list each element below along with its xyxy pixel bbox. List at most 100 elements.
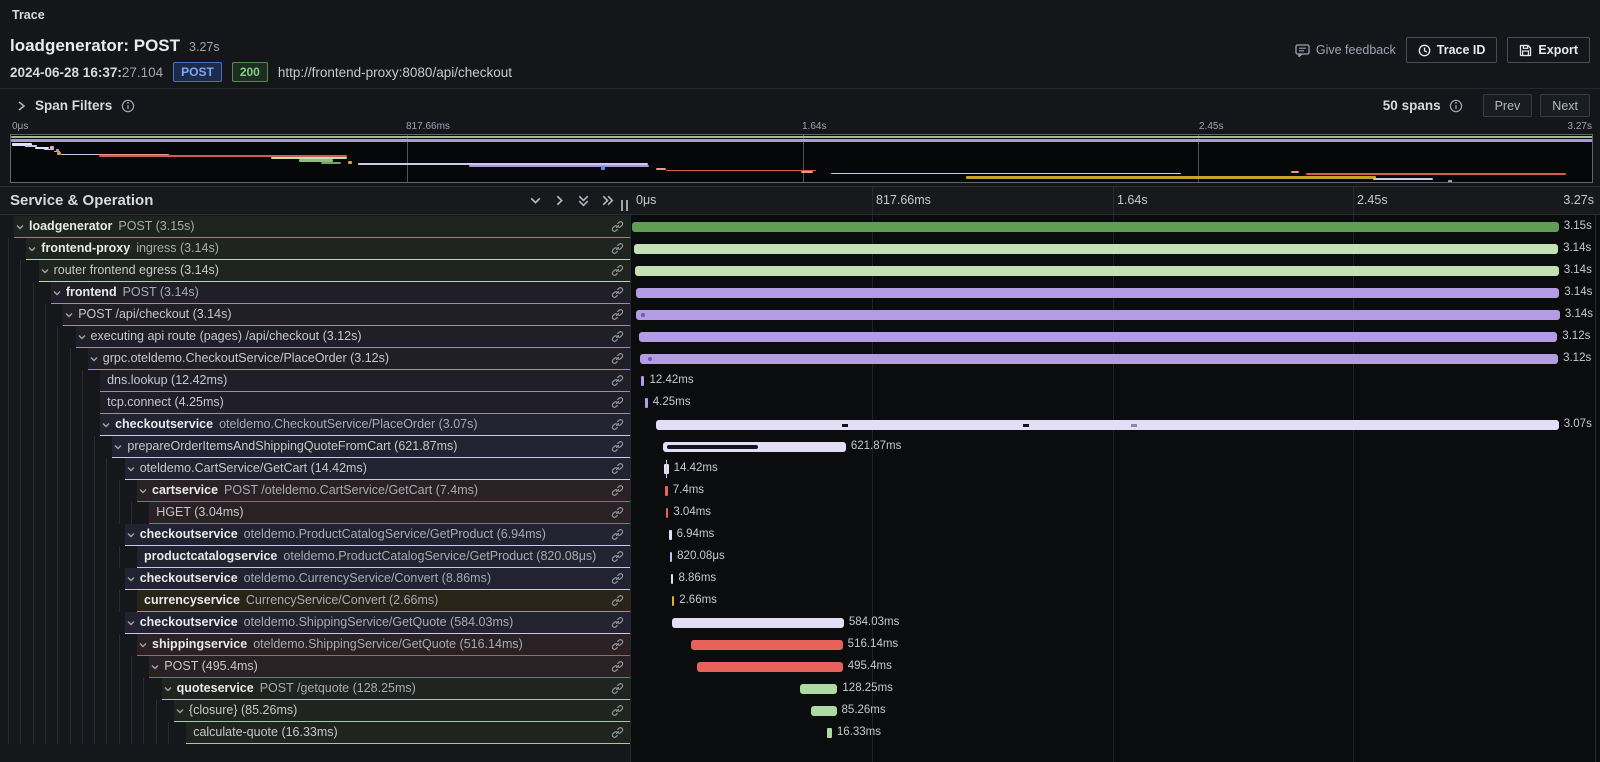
span-bar[interactable]	[636, 288, 1560, 298]
chevron-down-icon[interactable]	[89, 354, 99, 364]
give-feedback-link[interactable]: Give feedback	[1295, 43, 1396, 57]
span-link-icon[interactable]	[611, 308, 624, 321]
span-link-icon[interactable]	[611, 418, 624, 431]
span-bar[interactable]	[632, 222, 1559, 232]
span-link-icon[interactable]	[611, 616, 624, 629]
chevron-down-icon[interactable]	[150, 662, 160, 672]
span-bar[interactable]	[645, 398, 648, 408]
span-label[interactable]: productcatalogserviceoteldemo.ProductCat…	[137, 546, 630, 568]
span-label[interactable]: checkoutserviceoteldemo.ShippingService/…	[125, 612, 630, 634]
span-link-icon[interactable]	[611, 220, 624, 233]
chevron-down-icon[interactable]	[138, 640, 148, 650]
span-bar[interactable]	[634, 244, 1558, 254]
span-bar[interactable]	[640, 354, 1558, 364]
span-link-icon[interactable]	[611, 440, 624, 453]
chevron-down-icon[interactable]	[126, 574, 136, 584]
span-link-icon[interactable]	[611, 264, 624, 277]
span-bar[interactable]	[827, 728, 832, 738]
span-link-icon[interactable]	[611, 528, 624, 541]
span-label[interactable]: calculate-quote (16.33ms)	[186, 722, 630, 744]
span-label[interactable]: frontend-proxyingress (3.14s)	[26, 238, 630, 260]
span-label[interactable]: router frontend egress (3.14s)	[39, 260, 630, 282]
span-bar[interactable]	[639, 332, 1557, 342]
span-bar[interactable]	[636, 310, 1560, 320]
info-icon[interactable]	[1449, 99, 1463, 113]
span-label[interactable]: POST (495.4ms)	[149, 656, 630, 678]
chevron-down-icon[interactable]	[27, 244, 37, 254]
chevron-down-icon[interactable]	[52, 288, 62, 298]
span-label[interactable]: checkoutserviceoteldemo.CurrencyService/…	[125, 568, 630, 590]
collapse-all-icon[interactable]	[576, 193, 591, 208]
span-filters-toggle[interactable]: Span Filters	[16, 89, 135, 122]
span-label[interactable]: POST /api/checkout (3.14s)	[63, 304, 630, 326]
expand-one-icon[interactable]	[552, 193, 567, 208]
span-link-icon[interactable]	[611, 396, 624, 409]
span-bar[interactable]	[691, 640, 843, 650]
export-button[interactable]: Export	[1507, 37, 1590, 63]
span-label[interactable]: checkoutserviceoteldemo.CheckoutService/…	[100, 414, 630, 436]
chevron-down-icon[interactable]	[64, 310, 74, 320]
span-bar[interactable]	[672, 618, 844, 628]
chevron-down-icon[interactable]	[113, 442, 123, 452]
span-link-icon[interactable]	[611, 374, 624, 387]
span-bar[interactable]	[666, 508, 669, 518]
span-label[interactable]: shippingserviceoteldemo.ShippingService/…	[137, 634, 630, 656]
chevron-down-icon[interactable]	[126, 530, 136, 540]
trace-minimap[interactable]	[10, 134, 1593, 183]
span-label[interactable]: HGET (3.04ms)	[149, 502, 630, 524]
span-bar[interactable]	[672, 596, 675, 606]
span-bar[interactable]	[697, 662, 843, 672]
span-link-icon[interactable]	[611, 286, 624, 299]
panel-title[interactable]: Trace	[12, 8, 45, 22]
next-button[interactable]: Next	[1540, 94, 1590, 117]
span-label[interactable]: cartservicePOST /oteldemo.CartService/Ge…	[137, 480, 630, 502]
span-bar[interactable]	[800, 684, 838, 694]
trace-id-button[interactable]: Trace ID	[1406, 37, 1498, 63]
span-link-icon[interactable]	[611, 704, 624, 717]
chevron-down-icon[interactable]	[163, 684, 173, 694]
chevron-down-icon[interactable]	[138, 486, 148, 496]
span-label[interactable]: currencyserviceCurrencyService/Convert (…	[137, 590, 630, 612]
span-link-icon[interactable]	[611, 484, 624, 497]
span-bar[interactable]	[656, 420, 1559, 430]
span-link-icon[interactable]	[611, 660, 624, 673]
chevron-down-icon[interactable]	[15, 222, 25, 232]
info-icon[interactable]	[121, 99, 135, 113]
span-label[interactable]: dns.lookup (12.42ms)	[100, 370, 630, 392]
span-label[interactable]: prepareOrderItemsAndShippingQuoteFromCar…	[112, 436, 630, 458]
span-label[interactable]: {closure} (85.26ms)	[174, 700, 630, 722]
chevron-down-icon[interactable]	[175, 706, 185, 716]
span-bar[interactable]	[669, 530, 672, 540]
column-resize-handle[interactable]	[621, 200, 629, 211]
span-label[interactable]: frontendPOST (3.14s)	[51, 282, 630, 304]
span-bar[interactable]	[670, 552, 673, 562]
span-link-icon[interactable]	[611, 352, 624, 365]
span-bar[interactable]	[664, 464, 668, 474]
span-link-icon[interactable]	[611, 242, 624, 255]
span-link-icon[interactable]	[611, 638, 624, 651]
span-bar[interactable]	[671, 574, 674, 584]
span-label[interactable]: executing api route (pages) /api/checkou…	[76, 326, 631, 348]
span-bar[interactable]	[635, 266, 1559, 276]
span-label[interactable]: loadgeneratorPOST (3.15s)	[14, 216, 630, 238]
span-link-icon[interactable]	[611, 572, 624, 585]
span-link-icon[interactable]	[611, 550, 624, 563]
span-label[interactable]: tcp.connect (4.25ms)	[100, 392, 630, 414]
collapse-one-icon[interactable]	[528, 193, 543, 208]
span-bar[interactable]	[641, 376, 645, 386]
span-link-icon[interactable]	[611, 330, 624, 343]
chevron-down-icon[interactable]	[126, 618, 136, 628]
span-bar[interactable]	[665, 486, 668, 496]
chevron-down-icon[interactable]	[101, 420, 111, 430]
chevron-down-icon[interactable]	[40, 266, 50, 276]
span-link-icon[interactable]	[611, 594, 624, 607]
span-link-icon[interactable]	[611, 726, 624, 739]
expand-all-icon[interactable]	[600, 193, 615, 208]
chevron-down-icon[interactable]	[126, 464, 136, 474]
span-bar[interactable]	[663, 442, 846, 452]
span-link-icon[interactable]	[611, 462, 624, 475]
span-label[interactable]: oteldemo.CartService/GetCart (14.42ms)	[125, 458, 630, 480]
span-bar[interactable]	[811, 706, 836, 716]
span-link-icon[interactable]	[611, 506, 624, 519]
span-link-icon[interactable]	[611, 682, 624, 695]
